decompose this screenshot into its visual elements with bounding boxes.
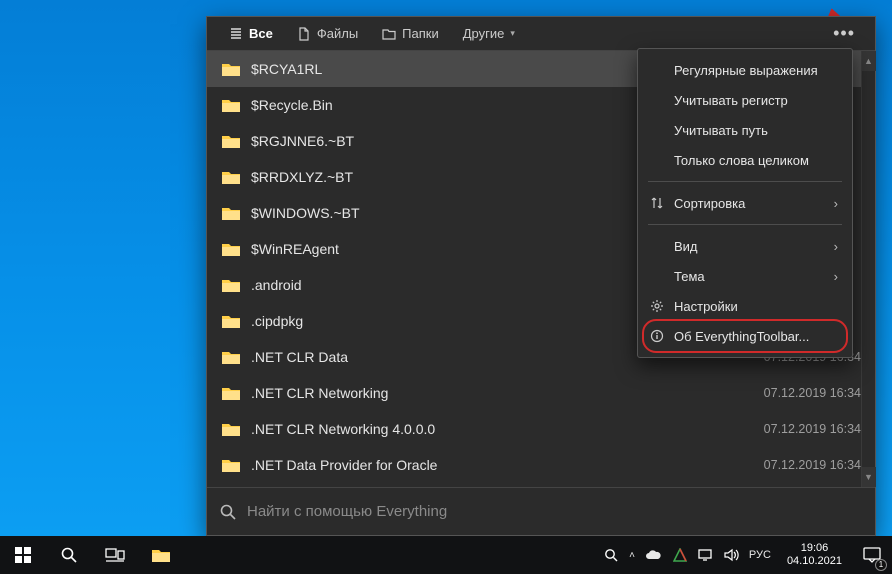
everything-panel: Все Файлы Папки Другие ▾ ••• $RCYA1RL $Re… [206, 16, 876, 536]
clock-time: 19:06 [787, 542, 842, 555]
chevron-right-icon: › [834, 196, 838, 211]
folder-icon [221, 277, 241, 293]
folder-icon [151, 547, 171, 563]
folder-icon [221, 61, 241, 77]
folder-icon [221, 205, 241, 221]
folder-icon [221, 97, 241, 113]
menu-view[interactable]: Вид› [638, 231, 852, 261]
tab-files-label: Файлы [317, 26, 358, 41]
folder-icon [221, 385, 241, 401]
folder-icon [221, 421, 241, 437]
results-scrollbar[interactable]: ▲ ▼ [861, 51, 875, 487]
list-icon [229, 27, 243, 41]
ellipsis-icon: ••• [833, 23, 855, 43]
windows-icon [15, 547, 31, 563]
folder-icon [221, 169, 241, 185]
scroll-down-button[interactable]: ▼ [862, 467, 876, 487]
tab-all[interactable]: Все [217, 20, 285, 47]
taskbar-search-button[interactable] [46, 536, 92, 574]
result-name: $RCYA1RL [251, 61, 322, 77]
options-menu: Регулярные выражения Учитывать регистр У… [637, 48, 853, 358]
chevron-right-icon: › [834, 269, 838, 284]
result-date: 07.12.2019 16:34 [764, 386, 861, 400]
tab-other[interactable]: Другие ▾ [451, 20, 527, 47]
menu-theme[interactable]: Тема› [638, 261, 852, 291]
result-name: $WINDOWS.~BT [251, 205, 360, 221]
menu-whole-words[interactable]: Только слова целиком [638, 145, 852, 175]
tray-search-icon[interactable] [604, 548, 619, 563]
tab-other-label: Другие [463, 26, 505, 41]
result-name: $WinREAgent [251, 241, 339, 257]
result-date: 07.12.2019 16:34 [764, 458, 861, 472]
result-name: .NET CLR Networking [251, 385, 388, 401]
result-name: $Recycle.Bin [251, 97, 333, 113]
chevron-down-icon: ▾ [510, 28, 515, 39]
tray-app-icon[interactable] [673, 548, 687, 562]
result-name: .cipdpkg [251, 313, 303, 329]
menu-settings[interactable]: Настройки [638, 291, 852, 321]
chevron-right-icon: › [834, 239, 838, 254]
folder-icon [221, 313, 241, 329]
search-input[interactable] [247, 503, 863, 520]
task-view-icon [105, 548, 125, 562]
info-icon [648, 329, 666, 343]
scroll-up-button[interactable]: ▲ [862, 51, 876, 71]
network-icon[interactable] [697, 548, 713, 562]
tab-folders-label: Папки [402, 26, 439, 41]
taskbar-explorer-button[interactable] [138, 536, 184, 574]
task-view-button[interactable] [92, 536, 138, 574]
menu-separator [648, 181, 842, 182]
tab-folders[interactable]: Папки [370, 20, 451, 47]
result-name: .android [251, 277, 302, 293]
folder-icon [221, 457, 241, 473]
folder-icon [221, 349, 241, 365]
action-center-button[interactable]: 1 [852, 536, 892, 574]
gear-icon [648, 299, 666, 313]
menu-sort[interactable]: Сортировка › [638, 188, 852, 218]
volume-icon[interactable] [723, 548, 739, 562]
file-icon [297, 27, 311, 41]
more-options-button[interactable]: ••• [823, 19, 865, 48]
result-date: 07.12.2019 16:34 [764, 422, 861, 436]
result-row[interactable]: .NET Data Provider for Oracle 07.12.2019 … [207, 447, 875, 483]
filter-tabs: Все Файлы Папки Другие ▾ ••• [207, 17, 875, 51]
system-tray: ˄ РУС [598, 548, 777, 563]
search-bar [207, 487, 875, 535]
tab-all-label: Все [249, 26, 273, 41]
menu-regex[interactable]: Регулярные выражения [638, 55, 852, 85]
result-name: $RRDXLYZ.~BT [251, 169, 353, 185]
notification-badge: 1 [875, 559, 887, 571]
start-button[interactable] [0, 536, 46, 574]
search-icon [60, 546, 78, 564]
menu-match-path[interactable]: Учитывать путь [638, 115, 852, 145]
windows-taskbar: ˄ РУС 19:06 04.10.2021 1 [0, 536, 892, 574]
menu-separator [648, 224, 842, 225]
sort-icon [648, 196, 666, 210]
folder-outline-icon [382, 27, 396, 41]
tab-files[interactable]: Файлы [285, 20, 370, 47]
result-row[interactable]: .NET CLR Networking 07.12.2019 16:34 [207, 375, 875, 411]
onedrive-icon[interactable] [645, 549, 663, 561]
clock-date: 04.10.2021 [787, 555, 842, 568]
menu-about[interactable]: Об EverythingToolbar... [638, 321, 852, 351]
menu-match-case[interactable]: Учитывать регистр [638, 85, 852, 115]
taskbar-clock[interactable]: 19:06 04.10.2021 [777, 542, 852, 567]
result-name: .NET CLR Data [251, 349, 348, 365]
folder-icon [221, 133, 241, 149]
language-indicator[interactable]: РУС [749, 549, 771, 561]
tray-chevron-up-icon[interactable]: ˄ [629, 550, 635, 561]
search-icon [219, 503, 237, 521]
result-name: .NET Data Provider for Oracle [251, 457, 437, 473]
result-name: $RGJNNE6.~BT [251, 133, 354, 149]
result-name: .NET CLR Networking 4.0.0.0 [251, 421, 435, 437]
result-row[interactable]: .NET CLR Networking 4.0.0.0 07.12.2019 16… [207, 411, 875, 447]
folder-icon [221, 241, 241, 257]
